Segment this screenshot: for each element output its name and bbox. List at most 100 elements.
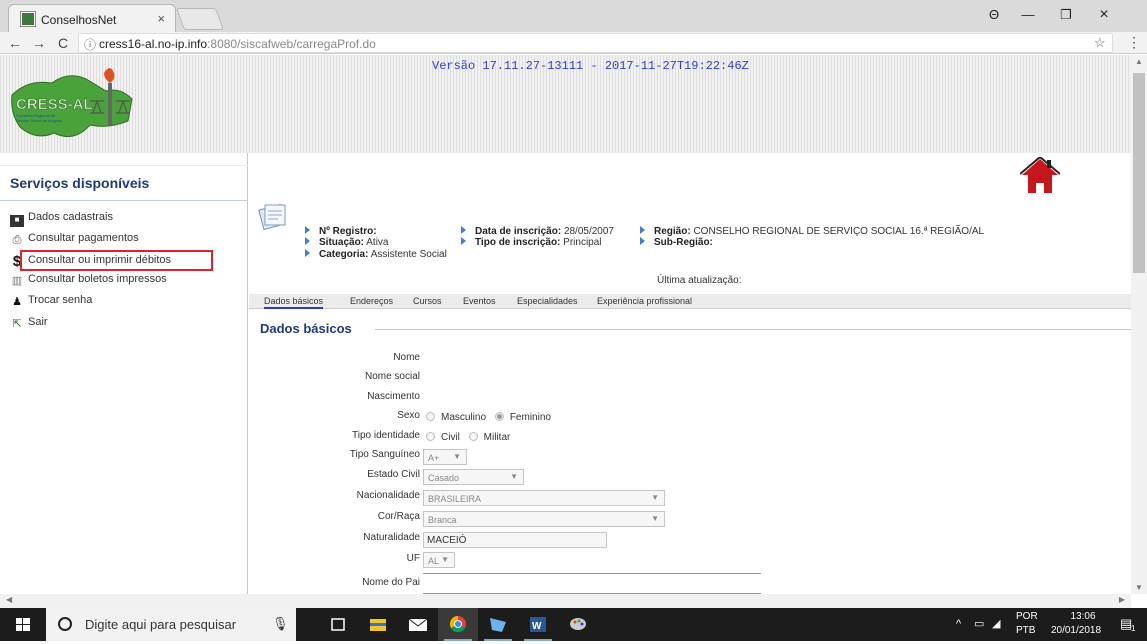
tab-dados-basicos[interactable]: Dados básicos xyxy=(264,296,324,309)
sidebar-title: Serviços disponíveis xyxy=(10,175,150,191)
version-text: Versão 17.11.27-13111 - 2017-11-27T19:22… xyxy=(432,59,749,73)
tab-cursos[interactable]: Cursos xyxy=(413,296,442,306)
url-input[interactable]: ⓘ cress16-al.no-ip.info:8080/siscafweb/c… xyxy=(78,33,1113,53)
id-card-icon: ■ xyxy=(10,215,24,227)
tab-especialidades[interactable]: Especialidades xyxy=(517,296,578,306)
bird-app-icon xyxy=(490,618,506,632)
cor-raca-select[interactable]: Branca ▼ xyxy=(423,511,665,527)
naturalidade-input[interactable]: MACEIÓ xyxy=(423,532,607,548)
regiao-value: CONSELHO REGIONAL DE SERVIÇO SOCIAL 16.ª… xyxy=(693,226,985,237)
tab-strip: Dados básicos Endereços Cursos Eventos E… xyxy=(249,294,1131,309)
mail-icon[interactable] xyxy=(398,608,438,641)
logo-sub2: Serviço Social de Alagoas xyxy=(16,118,62,123)
language-indicator-1[interactable]: POR xyxy=(1016,611,1038,622)
tab-enderecos[interactable]: Endereços xyxy=(350,296,393,306)
account-icon[interactable]: Θ xyxy=(980,4,1008,26)
sidebar-item-consultar-pagamentos[interactable]: ⎙ Consultar pagamentos xyxy=(10,232,139,250)
tab-close-button[interactable]: × xyxy=(157,11,165,26)
microphone-icon[interactable]: 🎙 xyxy=(272,616,289,632)
network-icon[interactable]: ◢ xyxy=(992,617,1000,630)
tab-experiencia-profissional[interactable]: Experiência profissional xyxy=(597,296,692,306)
windows-taskbar: Digite aqui para pesquisar 🎙 W ^ ▭ ◢ POR… xyxy=(0,608,1147,641)
ultima-atualizacao: Última atualização: xyxy=(657,275,742,286)
taskbar-search-box[interactable]: Digite aqui para pesquisar 🎙 xyxy=(46,608,296,641)
tray-overflow-icon[interactable]: ^ xyxy=(956,618,961,630)
reload-button[interactable]: C xyxy=(54,34,72,52)
tipo-sanguineo-label: Tipo Sanguíneo xyxy=(349,449,420,460)
browser-menu-icon[interactable]: ⋮ xyxy=(1127,34,1141,51)
tab-title: ConselhosNet xyxy=(41,13,117,27)
sidebar-item-label: Trocar senha xyxy=(28,294,93,306)
cor-raca-label: Cor/Raça xyxy=(377,511,420,522)
nome-pai-label: Nome do Pai xyxy=(362,577,420,588)
identidade-civil-radio[interactable] xyxy=(426,432,435,441)
url-host: cress16-al.no-ip.info xyxy=(99,37,208,51)
sexo-feminino-radio[interactable] xyxy=(494,412,504,421)
bookmark-star-icon[interactable]: ☆ xyxy=(1094,35,1106,51)
sidebar-item-sair[interactable]: ⇱ Sair xyxy=(10,316,47,334)
uf-select[interactable]: AL ▼ xyxy=(423,552,455,568)
sidebar-item-dados-cadastrais[interactable]: ■ Dados cadastrais xyxy=(10,211,113,229)
boleto-icon: ▥ xyxy=(11,275,23,287)
section-divider xyxy=(375,329,1131,330)
uf-label: UF xyxy=(406,553,420,564)
close-window-button[interactable]: × xyxy=(1090,4,1118,26)
site-info-icon[interactable]: ⓘ xyxy=(84,36,96,53)
chevron-down-icon: ▼ xyxy=(510,472,518,481)
main-content: Nº Registro: Situação: Ativa Categoria: … xyxy=(249,153,1131,594)
vertical-scrollbar[interactable]: ▲ ▼ xyxy=(1131,55,1147,594)
nome-social-label: Nome social xyxy=(364,371,420,382)
minimize-button[interactable]: — xyxy=(1014,4,1042,26)
scroll-down-icon[interactable]: ▼ xyxy=(1135,583,1143,592)
estado-civil-select[interactable]: Casado ▼ xyxy=(423,469,524,485)
naturalidade-label: Naturalidade xyxy=(363,532,420,543)
nascimento-label: Nascimento xyxy=(367,391,420,402)
clock-date[interactable]: 20/01/2018 xyxy=(1045,625,1107,636)
sidebar-item-trocar-senha[interactable]: ♟ Trocar senha xyxy=(10,294,92,312)
nacionalidade-value: BRASILEIRA xyxy=(428,494,482,504)
battery-icon[interactable]: ▭ xyxy=(974,617,984,630)
nacionalidade-select[interactable]: BRASILEIRA ▼ xyxy=(423,490,665,506)
word-taskbar-item[interactable]: W xyxy=(518,608,558,641)
browser-tab[interactable]: ConselhosNet × xyxy=(8,4,176,32)
sidebar: Serviços disponíveis ■ Dados cadastrais ⎙… xyxy=(0,153,248,594)
language-indicator-2[interactable]: PTB xyxy=(1016,625,1035,636)
categoria-value: Assistente Social xyxy=(370,249,447,260)
horizontal-scrollbar[interactable]: ◀ ▶ xyxy=(0,594,1131,608)
tipo-identidade-label: Tipo identidade xyxy=(351,430,420,441)
app-taskbar-item[interactable] xyxy=(478,608,518,641)
scroll-left-icon[interactable]: ◀ xyxy=(6,595,12,604)
new-tab-button[interactable] xyxy=(175,8,225,30)
clock-time[interactable]: 13:06 xyxy=(1058,611,1108,622)
forward-button[interactable]: → xyxy=(30,34,48,52)
svg-text:W: W xyxy=(532,621,542,632)
identidade-militar-radio[interactable] xyxy=(468,432,478,441)
uf-underline xyxy=(423,573,761,574)
tipo-sanguineo-value: A+ xyxy=(428,453,440,463)
sidebar-header: Serviços disponíveis xyxy=(0,165,248,201)
restore-button[interactable]: ❐ xyxy=(1052,4,1080,26)
task-view-icon[interactable] xyxy=(318,608,358,641)
windows-start-icon[interactable] xyxy=(0,608,46,641)
browser-tab-bar: ConselhosNet × Θ — ❐ × xyxy=(0,0,1147,32)
paint-taskbar-item[interactable] xyxy=(558,608,598,641)
highlight-box xyxy=(20,250,213,271)
chevron-down-icon: ▼ xyxy=(651,493,659,502)
home-icon[interactable] xyxy=(1020,157,1060,195)
sidebar-item-boletos-impressos[interactable]: ▥ Consultar boletos impressos xyxy=(10,273,167,291)
address-bar-row: ← → C ⓘ cress16-al.no-ip.info:8080/sisca… xyxy=(0,32,1147,54)
regiao-info: Região: CONSELHO REGIONAL DE SERVIÇO SOC… xyxy=(640,226,984,237)
sexo-feminino-label: Feminino xyxy=(509,412,551,423)
header-banner: CRESS-AL Conselho Regional de Serviço So… xyxy=(0,55,1131,153)
scroll-up-icon[interactable]: ▲ xyxy=(1135,57,1143,66)
tipo-sanguineo-select[interactable]: A+ ▼ xyxy=(423,449,467,465)
back-button[interactable]: ← xyxy=(6,34,24,52)
file-explorer-icon[interactable] xyxy=(358,608,398,641)
scroll-right-icon[interactable]: ▶ xyxy=(1119,595,1125,604)
tab-eventos[interactable]: Eventos xyxy=(463,296,496,306)
tipo-inscricao-value: Principal xyxy=(563,237,602,248)
scrollbar-thumb[interactable] xyxy=(1133,73,1145,273)
sexo-masculino-radio[interactable] xyxy=(426,412,435,421)
chrome-taskbar-item[interactable] xyxy=(438,608,478,641)
identidade-civil-label: Civil xyxy=(441,432,460,443)
